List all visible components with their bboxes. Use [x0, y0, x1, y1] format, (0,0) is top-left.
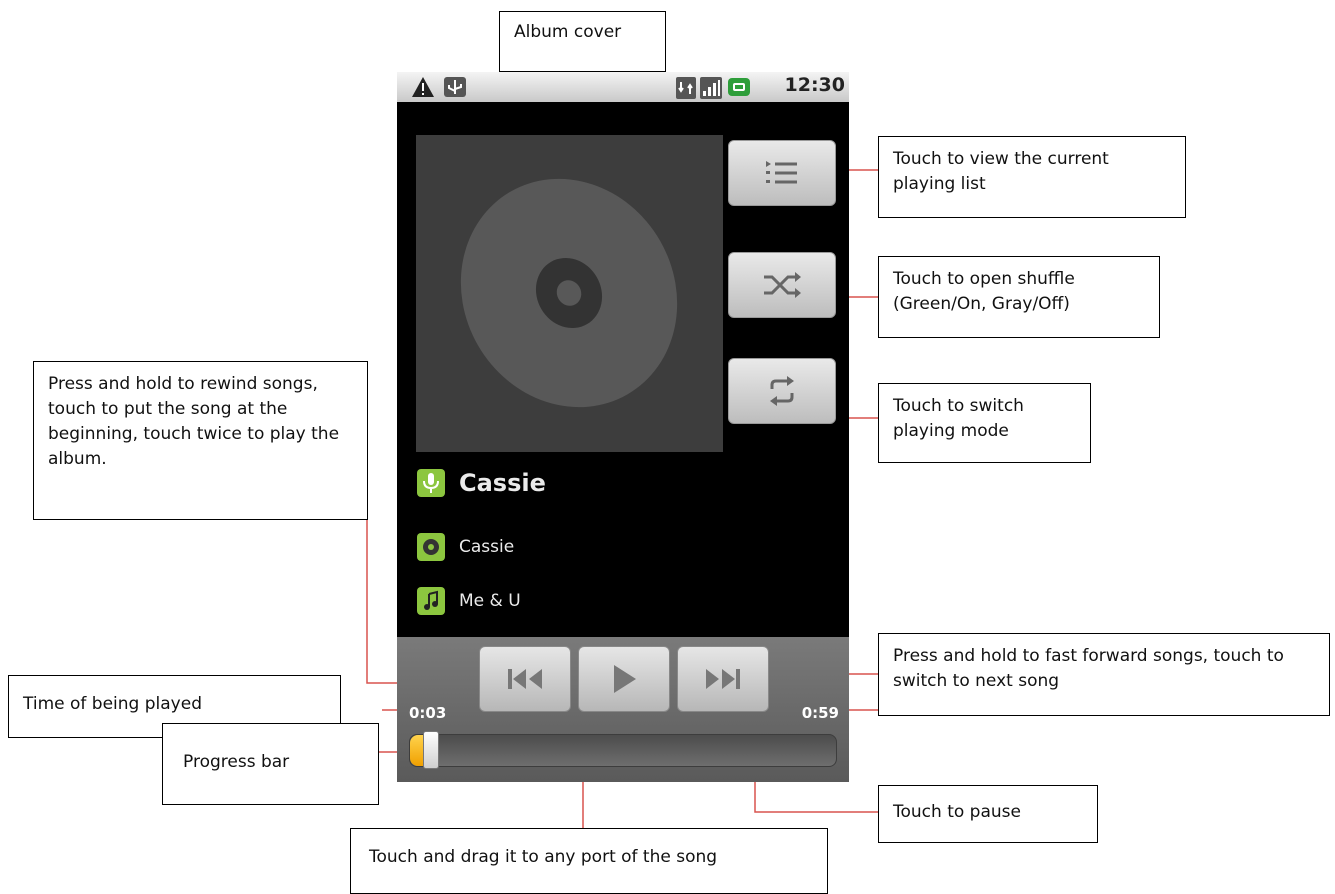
playlist-icon	[766, 161, 797, 184]
callout-drag: Touch and drag it to any port of the son…	[350, 828, 828, 894]
fast-forward-button[interactable]	[677, 646, 769, 712]
callout-album-cover: Album cover	[499, 11, 666, 72]
progress-bar[interactable]	[409, 734, 837, 767]
callout-playlist: Touch to view the current playing list	[878, 136, 1186, 218]
shuffle-icon	[764, 272, 801, 298]
callout-repeat: Touch to switch playing mode	[878, 383, 1091, 463]
shuffle-button[interactable]	[728, 252, 836, 318]
callout-progress-bar: Progress bar	[162, 723, 379, 805]
callout-fast-forward: Press and hold to fast forward songs, to…	[878, 633, 1330, 716]
warning-icon	[412, 77, 434, 97]
microphone-icon	[417, 469, 445, 497]
album-name: Cassie	[459, 537, 515, 557]
rewind-button[interactable]	[479, 646, 571, 712]
album-row: Cassie	[417, 533, 514, 561]
callout-shuffle: Touch to open shuffle (Green/On, Gray/Of…	[878, 256, 1160, 338]
phone-screen: 12:30 Cassie Cassie Me & U 0:03 0:59	[397, 72, 849, 782]
callout-pause: Touch to pause	[878, 785, 1098, 843]
elapsed-time: 0:03	[409, 704, 447, 722]
playback-controls: 0:03 0:59	[397, 637, 849, 782]
usb-icon	[444, 77, 466, 97]
playlist-button[interactable]	[728, 140, 836, 206]
play-icon	[614, 665, 636, 693]
play-button[interactable]	[578, 646, 670, 712]
song-row: Me & U	[417, 587, 521, 615]
callout-rewind: Press and hold to rewind songs, touch to…	[33, 361, 368, 520]
repeat-icon	[770, 376, 794, 406]
rewind-icon	[508, 669, 542, 689]
disc-icon	[460, 178, 678, 408]
data-icon	[676, 77, 696, 99]
fast-forward-icon	[706, 669, 740, 689]
album-icon	[417, 533, 445, 561]
album-cover[interactable]	[416, 135, 723, 452]
artist-name: Cassie	[459, 469, 546, 497]
song-title: Me & U	[459, 591, 521, 611]
repeat-button[interactable]	[728, 358, 836, 424]
total-time: 0:59	[801, 704, 839, 722]
signal-icon	[700, 77, 722, 99]
status-bar: 12:30	[397, 72, 849, 102]
clock: 12:30	[784, 74, 845, 96]
progress-thumb[interactable]	[423, 731, 439, 769]
battery-icon	[728, 78, 750, 96]
music-note-icon	[417, 587, 445, 615]
artist-row: Cassie	[417, 469, 546, 497]
